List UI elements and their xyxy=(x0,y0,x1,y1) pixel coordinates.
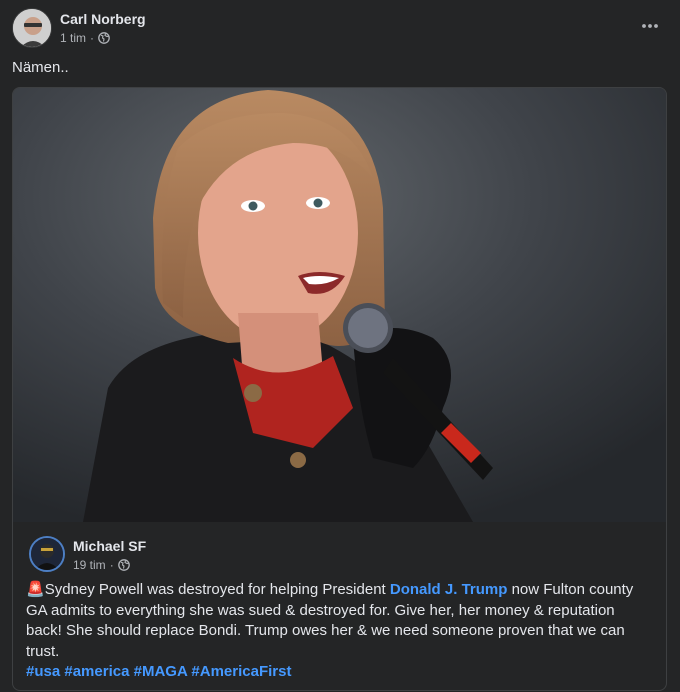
hashtag-list: #usa #america #MAGA #AmericaFirst xyxy=(26,662,654,683)
shared-meta-separator: · xyxy=(109,558,114,572)
shared-author-name[interactable]: Michael SF xyxy=(73,538,146,554)
author-avatar[interactable] xyxy=(12,8,52,48)
hashtag-maga[interactable]: #MAGA xyxy=(134,663,188,680)
more-dots-icon xyxy=(642,24,658,28)
shared-post-text: 🚨Sydney Powell was destroyed for helping… xyxy=(26,580,654,683)
siren-emoji: 🚨 xyxy=(26,581,45,598)
hashtag-americafirst[interactable]: #AmericaFirst xyxy=(191,663,291,680)
shared-post-time[interactable]: 19 tim xyxy=(73,558,106,572)
shared-post-photo[interactable] xyxy=(13,88,666,522)
meta-separator: · xyxy=(90,31,95,45)
shared-post-header: Michael SF 19 tim · xyxy=(29,534,629,574)
post-meta: 1 tim · xyxy=(60,31,110,45)
feed-post: Carl Norberg 1 tim · Nämen.. Michael SF … xyxy=(0,0,680,692)
globe-icon xyxy=(117,559,130,571)
speaker-photo xyxy=(13,88,666,522)
hashtag-america[interactable]: #america xyxy=(64,663,129,680)
more-options-button[interactable] xyxy=(634,10,666,42)
shared-post-card[interactable]: Michael SF 19 tim · 🚨Sydney Powell was d… xyxy=(12,87,667,691)
hashtag-usa[interactable]: #usa xyxy=(26,663,60,680)
post-time[interactable]: 1 tim xyxy=(60,31,86,45)
shared-text-before: Sydney Powell was destroyed for helping … xyxy=(44,581,390,598)
mention-link[interactable]: Donald J. Trump xyxy=(390,581,508,598)
globe-icon xyxy=(98,32,110,44)
post-text: Nämen.. xyxy=(12,59,69,76)
author-name[interactable]: Carl Norberg xyxy=(60,11,146,27)
post-header: Carl Norberg 1 tim · xyxy=(12,8,668,50)
shared-post-meta: 19 tim · xyxy=(73,558,130,572)
shared-author-avatar[interactable] xyxy=(29,536,65,572)
